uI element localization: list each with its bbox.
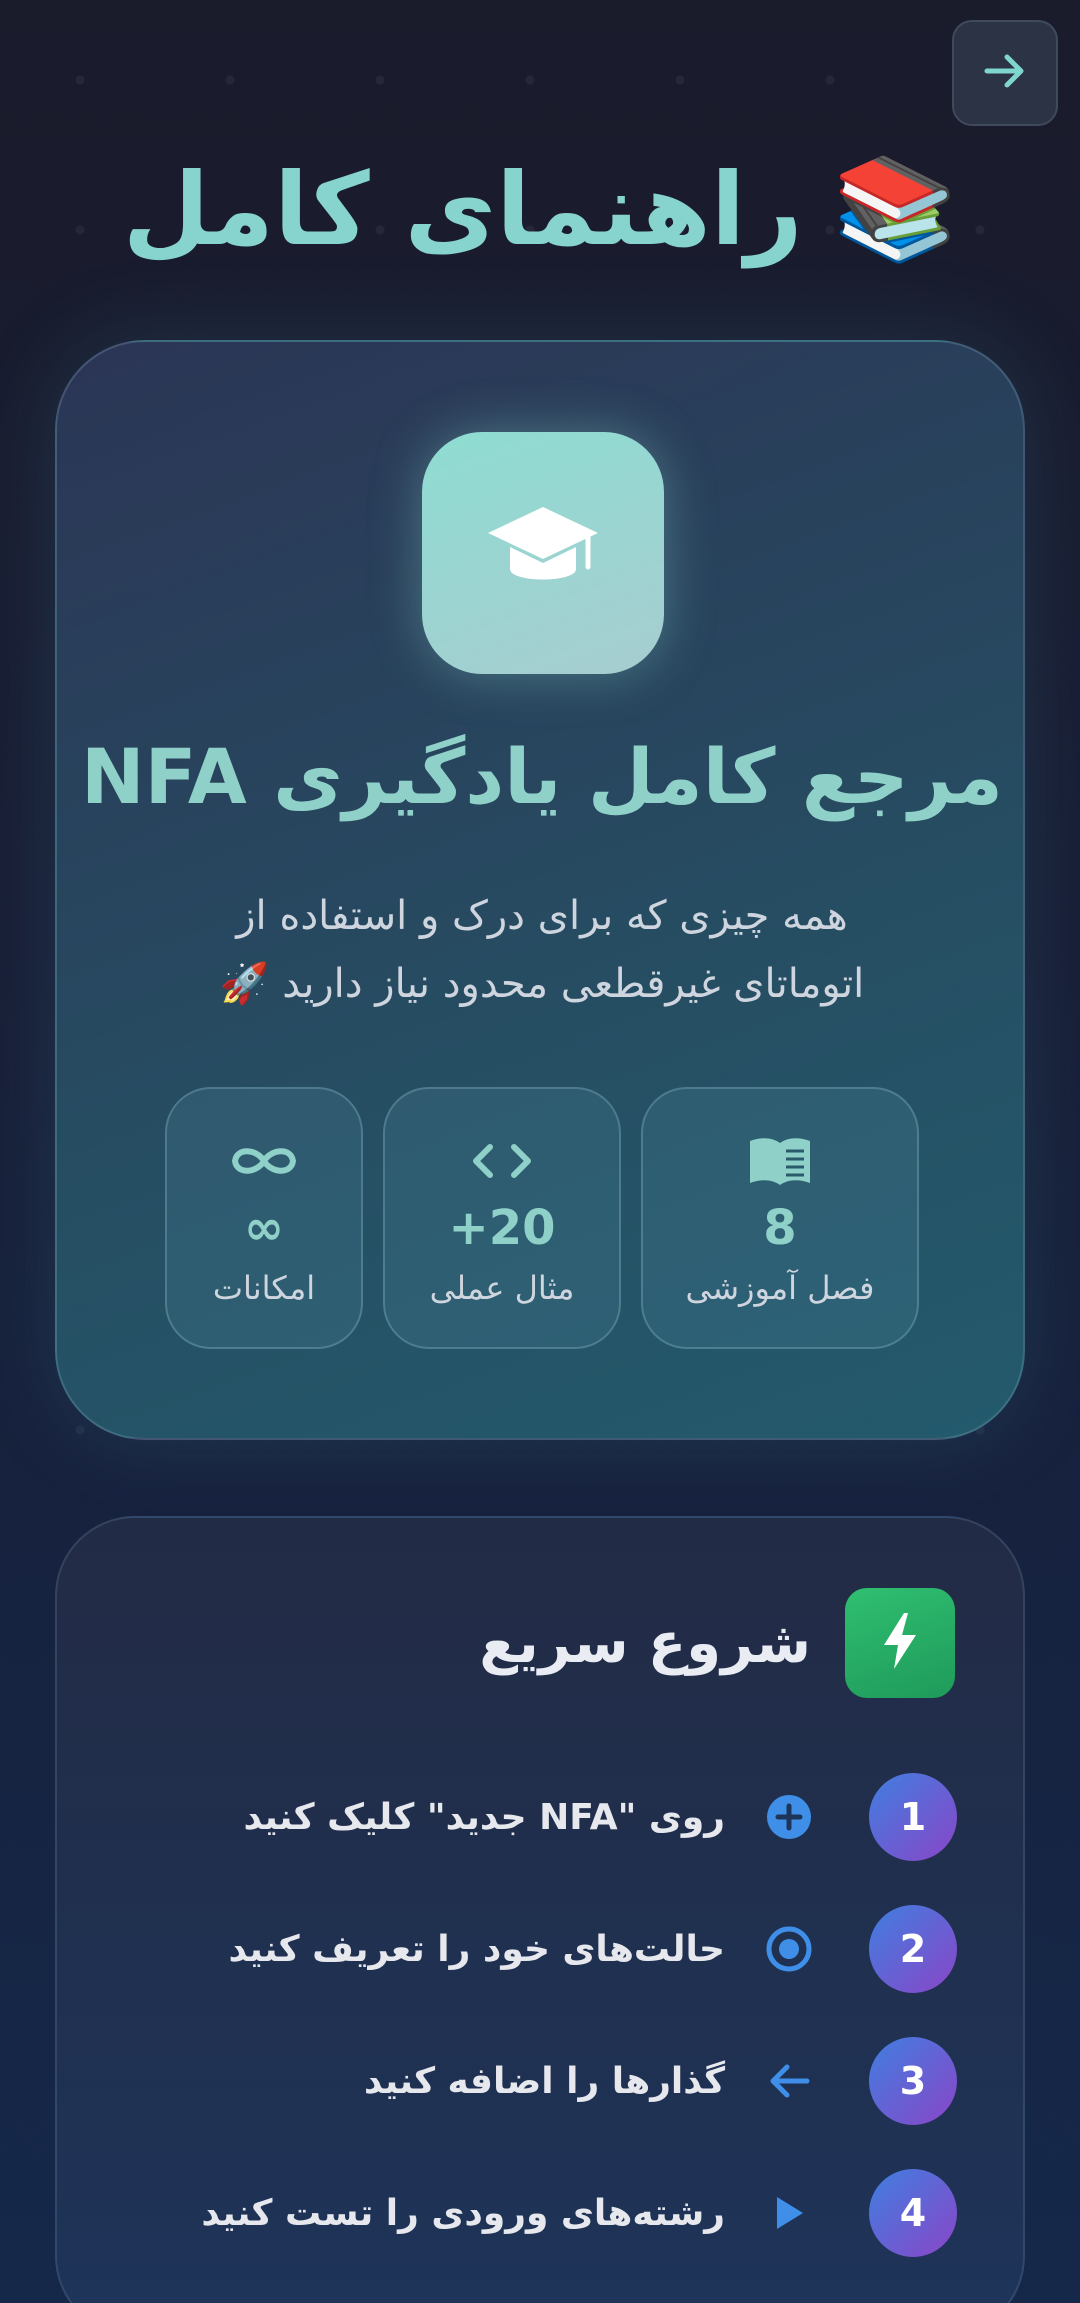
bolt-icon-box [845,1588,955,1698]
quick-start-step-4: 4 رشته‌های ورودی را تست کنید [201,2168,957,2258]
stat-features: ∞ امکانات [165,1087,363,1349]
hero-subtitle-line1: همه چیزی که برای درک و استفاده از [236,893,848,939]
quick-start-step-3: 3 گذارها را اضافه کنید [364,2036,957,2126]
dot-circle-icon [759,1925,819,1973]
graduation-cap-icon [484,501,602,605]
step-text: گذارها را اضافه کنید [363,2060,725,2102]
book-open-icon [748,1133,812,1189]
stat-chapters: 8 فصل آموزشی [641,1087,919,1349]
stat-examples-label: مثال عملی [429,1269,575,1307]
step-text: روی "NFA جدید" کلیک کنید [243,1796,725,1838]
quick-start-step-2: 2 حالت‌های خود را تعریف کنید [228,1904,957,1994]
quick-start-card: شروع سریع 1 روی "NFA جدید" کلیک کنید 2 ح… [55,1516,1025,2303]
arrow-left-icon [759,2061,819,2101]
quick-start-step-1: 1 روی "NFA جدید" کلیک کنید [243,1772,957,1862]
page-title-text: راهنمای کامل [122,150,803,268]
plus-circle-icon [759,1793,819,1841]
stat-examples: +20 مثال عملی [383,1087,621,1349]
quick-start-header: شروع سریع [479,1588,955,1698]
hero-subtitle: همه چیزی که برای درک و استفاده از اتومات… [157,882,927,1018]
stat-features-value: ∞ [244,1200,284,1256]
quick-start-title: شروع سریع [479,1610,811,1676]
bolt-icon [880,1611,920,1675]
code-icon [472,1133,532,1189]
play-icon [759,2193,819,2233]
stat-chapters-value: 8 [763,1200,797,1256]
step-number: 2 [869,1905,957,1993]
stat-examples-value: +20 [448,1200,556,1256]
stat-chapters-label: فصل آموزشی [685,1269,875,1307]
back-button[interactable] [952,20,1058,126]
step-text: رشته‌های ورودی را تست کنید [201,2192,725,2234]
books-emoji-icon: 📚 [832,150,958,267]
step-number: 3 [869,2037,957,2125]
hero-icon-box [422,432,664,674]
step-text: حالت‌های خود را تعریف کنید [228,1928,726,1970]
infinity-icon [229,1133,299,1189]
hero-subtitle-line2: اتوماتای غیرقطعی محدود نیاز دارید 🚀 [219,961,865,1007]
hero-title: مرجع کامل یادگیری NFA [81,732,1003,821]
step-number: 4 [869,2169,957,2257]
step-number: 1 [869,1773,957,1861]
stats-row: 8 فصل آموزشی +20 مثال عملی ∞ امکانات [165,1087,919,1349]
stat-features-label: امکانات [212,1269,316,1307]
arrow-right-icon [979,45,1031,101]
hero-card: مرجع کامل یادگیری NFA همه چیزی که برای د… [55,340,1025,1440]
page-title: 📚 راهنمای کامل [0,150,1080,268]
